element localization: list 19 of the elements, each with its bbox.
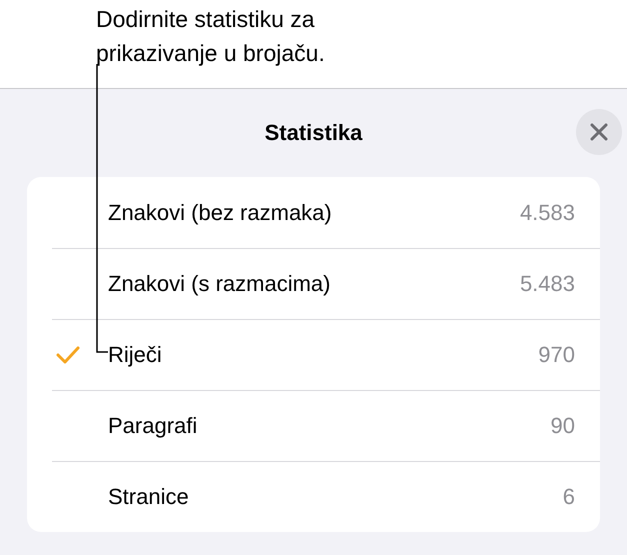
statistic-row[interactable]: Znakovi (s razmacima) 5.483 — [27, 248, 600, 319]
statistic-label: Znakovi (s razmacima) — [108, 270, 332, 298]
statistic-row[interactable]: Stranice 6 — [27, 461, 600, 532]
statistic-label: Znakovi (bez razmaka) — [108, 199, 333, 227]
statistic-value: 5.483 — [520, 270, 576, 298]
statistic-label: Paragrafi — [108, 412, 198, 440]
statistic-value: 970 — [538, 341, 576, 369]
statistic-row[interactable]: Znakovi (bez razmaka) 4.583 — [27, 177, 600, 248]
close-icon — [590, 123, 608, 141]
statistic-label: Stranice — [108, 483, 190, 511]
statistic-value: 4.583 — [520, 199, 576, 227]
statistic-value: 90 — [550, 412, 576, 440]
statistic-label: Riječi — [108, 341, 163, 369]
close-button[interactable] — [576, 109, 622, 155]
statistic-row[interactable]: Paragrafi 90 — [27, 390, 600, 461]
statistic-value: 6 — [562, 483, 576, 511]
statistic-row[interactable]: Riječi 970 — [27, 319, 600, 390]
panel-title: Statistika — [264, 118, 362, 146]
callout-text: Dodirnite statistiku za prikazivanje u brojaču. — [96, 5, 326, 68]
